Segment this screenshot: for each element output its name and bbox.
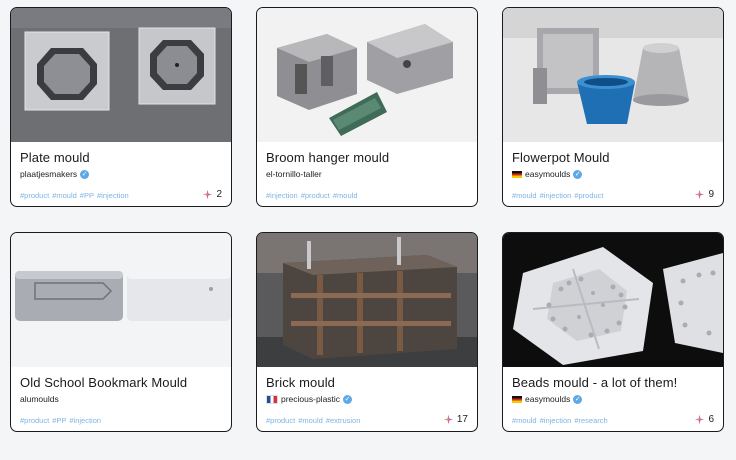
tag[interactable]: #injection (540, 416, 572, 425)
useful-star-icon (203, 189, 213, 200)
verified-check-icon: ✓ (573, 169, 583, 179)
useful-count: 6 (694, 414, 714, 425)
france-flag-icon (266, 394, 278, 404)
card-broom-hanger-mould[interactable]: Broom hanger mould el-tornillo-taller #i… (256, 7, 478, 207)
card-tags: #product #PP #injection (20, 416, 104, 425)
card-tags: #product #mould #extrusion (266, 416, 363, 425)
card-author-row: easymoulds ✓ (512, 394, 583, 404)
useful-value: 17 (456, 414, 468, 425)
tag[interactable]: #mould (52, 191, 77, 200)
author-name[interactable]: easymoulds (525, 394, 570, 404)
tag[interactable]: #injection (540, 191, 572, 200)
card-brick-mould[interactable]: Brick mould precious-plastic ✓ #product #… (256, 232, 478, 432)
card-title[interactable]: Flowerpot Mould (512, 150, 610, 165)
card-title[interactable]: Broom hanger mould (266, 150, 389, 165)
tag[interactable]: #research (574, 416, 607, 425)
tag[interactable]: #mould (512, 191, 537, 200)
author-name[interactable]: easymoulds (525, 169, 570, 179)
card-author-row: precious-plastic ✓ (266, 394, 353, 404)
tag[interactable]: #PP (52, 416, 66, 425)
useful-count: 2 (202, 189, 222, 200)
useful-value: 2 (216, 189, 222, 200)
verified-check-icon: ✓ (343, 394, 353, 404)
card-author-row: easymoulds ✓ (512, 169, 583, 179)
card-plate-mould[interactable]: Plate mould plaatjesmakers ✓ #product #mo… (10, 7, 232, 207)
useful-value: 9 (708, 189, 714, 200)
card-author-row: plaatjesmakers ✓ (20, 169, 90, 179)
card-title[interactable]: Plate mould (20, 150, 90, 165)
useful-count: 9 (694, 189, 714, 200)
tag[interactable]: #product (266, 416, 295, 425)
germany-flag-icon (512, 395, 522, 403)
card-title[interactable]: Old School Bookmark Mould (20, 375, 187, 390)
tag[interactable]: #product (301, 191, 330, 200)
card-beads-mould[interactable]: Beads mould - a lot of them! easymoulds … (502, 232, 724, 432)
tag[interactable]: #mould (512, 416, 537, 425)
card-image[interactable] (257, 233, 477, 367)
tag[interactable]: #extrusion (326, 416, 361, 425)
card-old-school-bookmark-mould[interactable]: Old School Bookmark Mould alumoulds #pro… (10, 232, 232, 432)
card-title[interactable]: Beads mould - a lot of them! (512, 375, 677, 390)
card-image[interactable] (257, 8, 477, 142)
tag[interactable]: #product (20, 191, 49, 200)
tag[interactable]: #PP (80, 191, 94, 200)
card-tags: #injection #product #mould (266, 191, 361, 200)
library-grid-page: { "cards": [ {"title":"Plate mould","aut… (0, 0, 736, 460)
tag[interactable]: #product (574, 191, 603, 200)
tag[interactable]: #product (20, 416, 49, 425)
tag[interactable]: #mould (298, 416, 323, 425)
useful-star-icon (443, 414, 453, 425)
author-name[interactable]: precious-plastic (281, 394, 340, 404)
card-image[interactable] (503, 8, 723, 142)
card-flowerpot-mould[interactable]: Flowerpot Mould easymoulds ✓ #mould #inje… (502, 7, 724, 207)
useful-count: 17 (443, 414, 468, 425)
card-tags: #product #mould #PP #injection (20, 191, 132, 200)
tag[interactable]: #injection (97, 191, 129, 200)
author-name[interactable]: alumoulds (20, 394, 59, 404)
author-name[interactable]: el-tornillo-taller (266, 169, 322, 179)
tag[interactable]: #mould (333, 191, 358, 200)
useful-star-icon (695, 189, 705, 200)
card-tags: #mould #injection #research (512, 416, 611, 425)
tag[interactable]: #injection (69, 416, 101, 425)
card-author-row: el-tornillo-taller (266, 169, 322, 179)
card-image[interactable] (503, 233, 723, 367)
useful-star-icon (695, 414, 705, 425)
verified-check-icon: ✓ (80, 169, 90, 179)
card-tags: #mould #injection #product (512, 191, 607, 200)
tag[interactable]: #injection (266, 191, 298, 200)
author-name[interactable]: plaatjesmakers (20, 169, 77, 179)
germany-flag-icon (512, 170, 522, 178)
card-image[interactable] (11, 8, 231, 142)
card-author-row: alumoulds (20, 394, 59, 404)
card-image[interactable] (11, 233, 231, 367)
useful-value: 6 (708, 414, 714, 425)
card-title[interactable]: Brick mould (266, 375, 335, 390)
verified-check-icon: ✓ (573, 394, 583, 404)
